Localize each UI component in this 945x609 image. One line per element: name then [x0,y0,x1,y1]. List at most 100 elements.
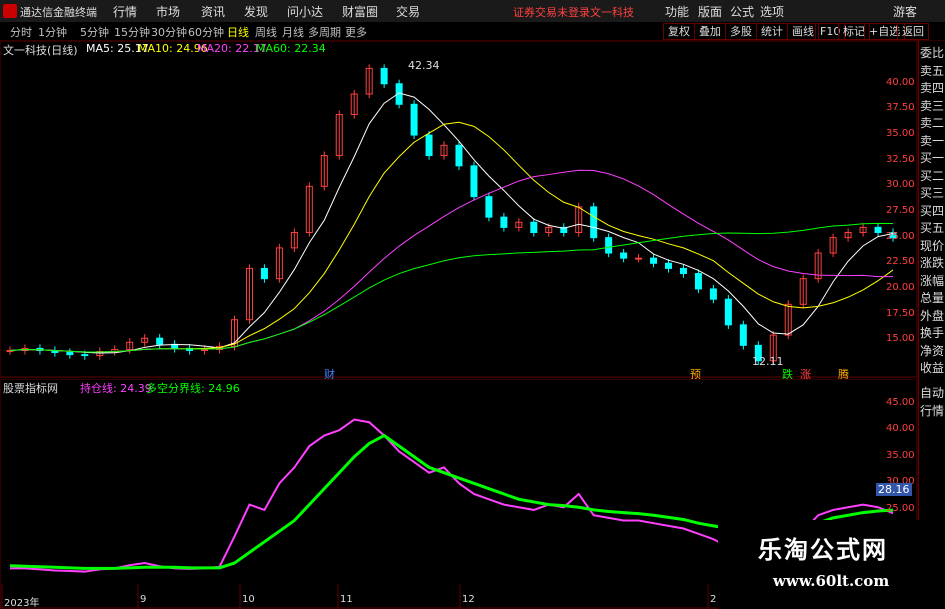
main-y-label: 37.50 [886,102,915,114]
indicator-y-label: 45.00 [886,396,915,408]
ma10-line [9,121,894,353]
indicator-y-label: 40.00 [886,423,915,435]
candle-body [590,206,598,239]
indicator-title: 股票指标网 [3,382,58,395]
sidebar-tab-quote[interactable]: 换手 [919,324,945,341]
candle-body [380,67,388,85]
candle-body [605,237,613,254]
ma5-line [9,92,894,354]
candle-body [739,324,747,346]
sidebar-tab-quote[interactable]: 净资 [919,342,945,359]
menu-options[interactable]: 选项 [760,3,784,20]
indicator-y-label: 35.00 [886,449,915,461]
main-frame [0,41,918,378]
sidebar-tab-quote[interactable]: 买四 [919,202,945,219]
sidebar-tab-quote[interactable]: 涨幅 [919,272,945,289]
sidebar-tab-quote[interactable]: 卖四 [919,79,945,96]
sidebar-tab-quote[interactable]: 买五 [919,219,945,236]
position-line-legend: 持仓线: 24.39 [80,382,152,395]
candle-body [500,216,508,228]
candle-body [81,354,89,357]
sidebar-tab-quote[interactable]: 买二 [919,167,945,184]
menu-discover[interactable]: 发现 [244,3,268,20]
multi-stock-button[interactable]: 多股 [725,23,757,40]
period-more[interactable]: 更多 [345,24,367,40]
sidebar-tab-quote[interactable]: 收益 [919,359,945,376]
menu-news[interactable]: 资讯 [201,3,225,20]
menu-layout[interactable]: 版面 [698,3,722,20]
watermark-box: 乐淘公式网 www.60lt.com [718,520,945,609]
candle-body [470,165,478,198]
overlay-button[interactable]: 叠加 [694,23,726,40]
period-5min[interactable]: 5分钟 [80,24,109,40]
menu-quotes[interactable]: 行情 [113,3,137,20]
app-title: 通达信金融终端 [20,6,97,19]
x-axis-label: 9 [140,594,147,605]
menu-function[interactable]: 功能 [665,3,689,20]
menu-market[interactable]: 市场 [156,3,180,20]
sidebar-tab-quote[interactable]: 外盘 [919,307,945,324]
main-y-label: 15.00 [886,333,915,345]
title-bar: 通达信金融终端 行情 市场 资讯 发现 问小达 财富圈 交易 证券交易未登录 文… [0,0,945,23]
period-multi[interactable]: 多周期 [308,24,341,40]
candle-body [485,196,493,218]
watermark-title: 乐淘公式网 [758,536,888,564]
login-notice[interactable]: 证券交易未登录 [513,4,590,20]
candle-body [694,273,702,290]
x-axis-label: 11 [340,594,353,605]
main-y-label: 17.50 [886,307,915,319]
sidebar-tab-quote[interactable]: 现价 [919,237,945,254]
period-60min[interactable]: 60分钟 [188,24,224,40]
sidebar-tab-auto[interactable]: 自动 [919,384,945,401]
sidebar-tab-quote[interactable]: 买三 [919,184,945,201]
back-button[interactable]: 返回 [897,23,929,40]
candle-body [709,288,717,300]
sidebar-tab-auto[interactable]: 行情 [919,402,945,419]
candle-body [635,257,643,260]
ma60-legend: MA60: 22.34 [256,42,326,55]
menu-wealth[interactable]: 财富圈 [342,3,378,20]
period-1min[interactable]: 1分钟 [38,24,67,40]
candle-body [156,337,164,345]
ma60-line [9,222,894,353]
sidebar-tab-quote[interactable]: 卖一 [919,132,945,149]
period-weekly[interactable]: 周线 [255,24,277,40]
candle-body [679,267,687,275]
candle-body [724,298,732,326]
period-intraday[interactable]: 分时 [10,24,32,40]
main-y-label: 22.50 [886,256,915,268]
main-chart-svg[interactable] [0,41,918,378]
sidebar-tab-quote[interactable]: 涨跌 [919,254,945,271]
period-monthly[interactable]: 月线 [282,24,304,40]
main-y-label: 30.00 [886,179,915,191]
x-axis-label: 2023年 [4,598,40,609]
candle-body [650,257,658,264]
sidebar-tab-quote[interactable]: 卖三 [919,97,945,114]
candle-body [66,352,74,356]
sidebar-tab-quote[interactable]: 卖五 [919,62,945,79]
adjust-button[interactable]: 复权 [663,23,695,40]
sidebar-tab-quote[interactable]: 总量 [919,289,945,306]
period-daily[interactable]: 日线 [227,24,249,40]
period-30min[interactable]: 30分钟 [151,24,187,40]
menu-formula[interactable]: 公式 [730,3,754,20]
period-toolbar: 分时 1分钟 5分钟 15分钟 30分钟 60分钟 日线 周线 月线 多周期 更… [0,22,945,41]
menu-ask[interactable]: 问小达 [287,3,323,20]
candle-body [260,267,268,280]
sidebar-tab-quote[interactable]: 卖二 [919,114,945,131]
guest-label[interactable]: 游客 [893,3,917,20]
candle-body [410,103,418,136]
main-y-label: 25.00 [886,230,915,242]
menu-trade[interactable]: 交易 [396,3,420,20]
main-y-label: 32.50 [886,153,915,165]
sidebar-tab-quote[interactable]: 买一 [919,149,945,166]
period-15min[interactable]: 15分钟 [114,24,150,40]
indicator-y-label: 25.00 [886,502,915,514]
candle-body [665,262,673,269]
sidebar-tab-quote[interactable]: 委比 [919,44,945,61]
main-y-label: 40.00 [886,76,915,88]
watermark-url: www.60lt.com [773,572,890,590]
main-chart-panel[interactable]: 文一科技(日线) MA5: 25.17 MA10: 24.96 MA20: 22… [0,41,918,381]
x-axis-label: 10 [242,594,255,605]
stats-button[interactable]: 统计 [756,23,788,40]
